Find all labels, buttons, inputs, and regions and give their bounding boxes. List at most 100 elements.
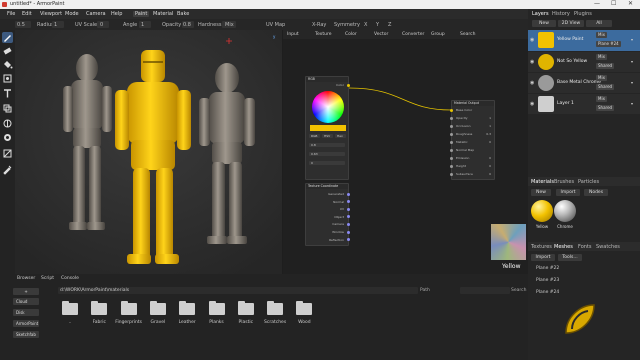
import-mesh-button[interactable]: Import	[531, 254, 555, 261]
layer-item[interactable]: ◉ Base Metal Chrome Mix Shared ▾	[528, 73, 640, 93]
folder-item[interactable]: Gravel	[143, 301, 173, 325]
tab-particles[interactable]: Particles	[578, 179, 599, 185]
folder-item[interactable]: Fabric	[84, 301, 114, 325]
hsv-mode-tab[interactable]: HSV	[322, 134, 333, 138]
layer-mask-select[interactable]: Shared	[596, 63, 615, 69]
output-input-value[interactable]: 0	[489, 164, 491, 168]
menu-viewport[interactable]: Viewport	[38, 11, 64, 17]
hex-mode-tab[interactable]: Hex	[335, 134, 346, 138]
new-material-button[interactable]: New	[531, 189, 551, 196]
layer-filter-select[interactable]: All	[586, 20, 612, 27]
menu-help[interactable]: Help	[109, 11, 124, 17]
sidebar-item-sketchfab[interactable]: Sketchfab	[13, 331, 39, 338]
folder-item[interactable]: Planks	[202, 301, 232, 325]
chevron-down-icon[interactable]: ▾	[631, 59, 633, 64]
layer-blend-select[interactable]: Mix	[596, 54, 607, 60]
tab-textures[interactable]: Textures	[531, 244, 552, 250]
particle-icon[interactable]	[2, 132, 13, 143]
tab-material[interactable]: Material	[151, 11, 175, 17]
output-input-socket[interactable]	[450, 116, 453, 120]
output-input-socket[interactable]	[450, 164, 453, 168]
import-material-button[interactable]: Import	[556, 189, 580, 196]
rgb-output-socket[interactable]	[347, 84, 350, 87]
xray-toggle[interactable]: X-Ray	[312, 22, 326, 28]
menu-edit[interactable]: Edit	[20, 11, 34, 17]
output-input-socket[interactable]	[450, 108, 453, 112]
output-input-value[interactable]: 0	[489, 140, 491, 144]
fill-icon[interactable]	[2, 59, 13, 70]
uv-map-label[interactable]: UV Map	[266, 22, 285, 28]
output-input-value[interactable]: 0.3	[486, 132, 491, 136]
hardness-label[interactable]: Hardness	[198, 22, 221, 28]
material-output-node[interactable]: Material Output Base Color Opacity 1 Occlus…	[450, 100, 495, 180]
folder-item[interactable]: ..	[55, 301, 85, 325]
tab-history[interactable]: History	[552, 11, 570, 17]
tab-script[interactable]: Script	[41, 276, 54, 281]
green-value-field[interactable]: 0.63	[309, 152, 345, 156]
layer-item[interactable]: ◉ Yellow Paint Mix Plane #24 ▾	[528, 30, 640, 51]
output-input-socket[interactable]	[450, 124, 453, 128]
rgb-mode-tab[interactable]: RGB	[309, 134, 320, 138]
tab-meshes[interactable]: Meshes	[554, 244, 573, 250]
3d-viewport[interactable]: y	[15, 30, 282, 274]
layer-blend-select[interactable]: Mix	[596, 32, 607, 38]
eye-icon[interactable]: ◉	[530, 80, 534, 86]
picker-icon[interactable]	[2, 164, 13, 175]
folder-item[interactable]: Leather	[172, 301, 202, 325]
output-input-value[interactable]: 1	[489, 124, 491, 128]
output-input-value[interactable]: 0	[489, 156, 491, 160]
decal-icon[interactable]	[2, 73, 13, 84]
brush-icon[interactable]	[2, 32, 13, 43]
tab-brushes[interactable]: Brushes	[554, 179, 574, 185]
symmetry-z-toggle[interactable]: Z	[388, 22, 391, 28]
color-wheel[interactable]	[312, 91, 344, 123]
node-editor[interactable]: Input Texture Color Vector Converter Gro…	[283, 30, 528, 274]
rgb-node[interactable]: RGB Color RGB HSV Hex 0.8 0.63 0	[305, 76, 350, 180]
menu-camera[interactable]: Camera	[84, 11, 108, 17]
output-input-socket[interactable]	[450, 172, 453, 176]
texture-coordinate-node[interactable]: Texture Coordinate Generated Normal UV Obje…	[305, 183, 350, 246]
material-item[interactable]: Chrome	[553, 200, 577, 229]
layer-item[interactable]: ◉ Layer 1 Mix Shared ▾	[528, 94, 640, 114]
nodes-button[interactable]: Nodes	[584, 189, 608, 196]
text-icon[interactable]	[2, 88, 13, 99]
menu-mode[interactable]: Mode	[63, 11, 81, 17]
folder-item[interactable]: Plastic	[231, 301, 261, 325]
material-item[interactable]: Yellow	[530, 200, 554, 229]
tab-plugins[interactable]: Plugins	[574, 11, 592, 17]
menu-file[interactable]: File	[5, 11, 17, 17]
tab-materials[interactable]: Materials	[531, 179, 554, 185]
eraser-icon[interactable]	[2, 45, 13, 56]
tab-fonts[interactable]: Fonts	[578, 244, 592, 250]
layer-blend-select[interactable]: Mix	[596, 75, 607, 81]
output-input-socket[interactable]	[450, 140, 453, 144]
output-input-socket[interactable]	[450, 148, 453, 152]
layer-blend-select[interactable]: Mix	[596, 96, 607, 102]
texcoord-output-socket[interactable]	[347, 192, 350, 196]
folder-item[interactable]: Scratches	[260, 301, 290, 325]
mesh-list-item[interactable]: Plane #23	[536, 278, 559, 283]
symmetry-y-toggle[interactable]: Y	[376, 22, 379, 28]
folder-item[interactable]: Wood	[289, 301, 319, 325]
layer-mask-select[interactable]: Shared	[596, 105, 615, 111]
output-input-value[interactable]: 0	[489, 172, 491, 176]
output-input-socket[interactable]	[450, 156, 453, 160]
tab-swatches[interactable]: Swatches	[596, 244, 620, 250]
search-input[interactable]	[460, 287, 510, 294]
clone-icon[interactable]	[2, 103, 13, 114]
output-input-socket[interactable]	[450, 132, 453, 136]
tools-button[interactable]: Tools...	[558, 254, 582, 261]
eye-icon[interactable]: ◉	[530, 59, 534, 65]
minimize-button[interactable]: —	[594, 0, 600, 7]
tab-bake[interactable]: Bake	[175, 11, 191, 17]
chevron-down-icon[interactable]: ▾	[631, 80, 633, 85]
add-location-button[interactable]: +	[13, 288, 39, 295]
blur-icon[interactable]	[2, 118, 13, 129]
close-button[interactable]: ✕	[628, 0, 633, 7]
chevron-down-icon[interactable]: ▾	[631, 37, 633, 42]
layer-item[interactable]: ◉ Not So Yellow Mix Shared ▾	[528, 52, 640, 72]
maximize-button[interactable]: ☐	[611, 0, 616, 7]
new-layer-button[interactable]: New	[532, 20, 556, 27]
layer-mask-select[interactable]: Shared	[596, 84, 615, 90]
red-value-field[interactable]: 0.8	[309, 143, 345, 147]
